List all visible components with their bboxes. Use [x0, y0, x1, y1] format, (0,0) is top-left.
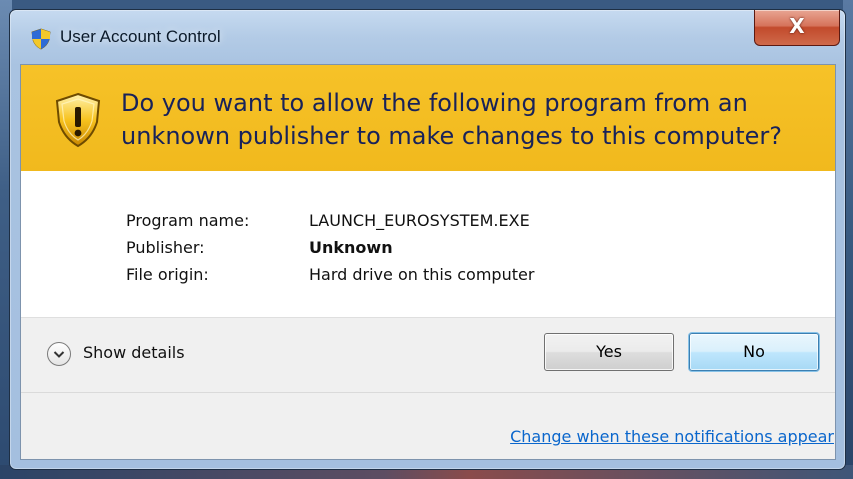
- uac-dialog-window: User Account Control X Do you want to al…: [9, 9, 846, 470]
- no-button[interactable]: No: [689, 333, 819, 371]
- warning-banner: Do you want to allow the following progr…: [21, 65, 835, 171]
- warning-shield-icon: [54, 92, 102, 148]
- chevron-down-icon[interactable]: [47, 342, 71, 366]
- program-info-section: Program name: LAUNCH_EUROSYSTEM.EXE Publ…: [21, 171, 835, 317]
- action-area: Show details Yes No: [21, 317, 835, 392]
- program-name-value: LAUNCH_EUROSYSTEM.EXE: [309, 211, 530, 230]
- show-details-label[interactable]: Show details: [83, 343, 185, 362]
- publisher-value: Unknown: [309, 238, 393, 257]
- program-name-label: Program name:: [126, 211, 250, 230]
- dialog-footer: Change when these notifications appear: [21, 392, 835, 459]
- publisher-label: Publisher:: [126, 238, 205, 257]
- title-bar[interactable]: User Account Control X: [10, 10, 845, 64]
- close-icon: X: [789, 14, 805, 38]
- file-origin-label: File origin:: [126, 265, 209, 284]
- uac-shield-icon: [30, 28, 52, 50]
- close-button[interactable]: X: [754, 10, 840, 46]
- uac-question-text: Do you want to allow the following progr…: [121, 89, 783, 150]
- window-title: User Account Control: [60, 27, 221, 46]
- file-origin-value: Hard drive on this computer: [309, 265, 535, 284]
- change-notifications-link[interactable]: Change when these notifications appear: [510, 427, 834, 446]
- dialog-content: Do you want to allow the following progr…: [20, 64, 836, 460]
- yes-button[interactable]: Yes: [544, 333, 674, 371]
